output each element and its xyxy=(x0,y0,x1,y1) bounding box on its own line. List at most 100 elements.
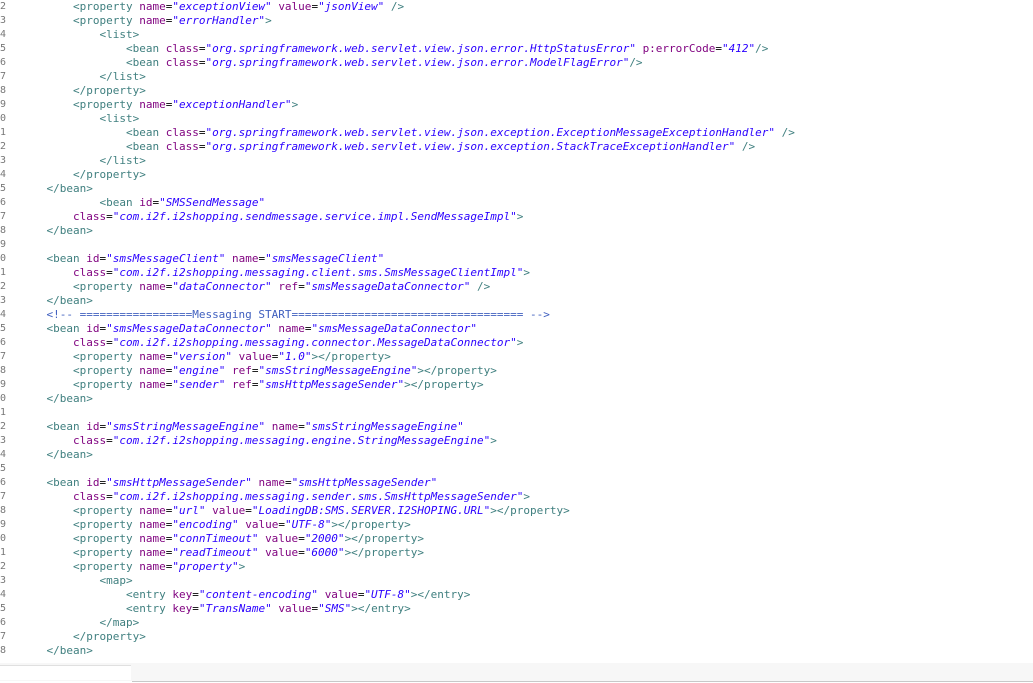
plain-text xyxy=(20,84,73,97)
scrollbar-track[interactable] xyxy=(0,663,1033,681)
code-line[interactable]: 3 </bean> xyxy=(0,294,1033,308)
code-line[interactable]: 9 <property name="sender" ref="smsHttpMe… xyxy=(0,378,1033,392)
scrollbar-divider xyxy=(132,681,1033,682)
code-line[interactable]: 0 <property name="connTimeout" value="20… xyxy=(0,532,1033,546)
xml-tag: <bean xyxy=(125,126,160,139)
code-line[interactable]: 7 class="com.i2f.i2shopping.sendmessage.… xyxy=(0,210,1033,224)
xml-tag: </property> xyxy=(72,168,146,181)
xml-tag: > xyxy=(516,336,524,349)
xml-tag: <list> xyxy=(99,28,140,41)
xml-attribute: p:errorCode xyxy=(642,42,716,55)
code-line[interactable]: 0 <list> xyxy=(0,112,1033,126)
code-line[interactable]: 5 </bean> xyxy=(0,182,1033,196)
code-line[interactable]: 6 <bean id="SMSSendMessage" xyxy=(0,196,1033,210)
code-line[interactable]: 8 <property name="url" value="LoadingDB:… xyxy=(0,504,1033,518)
xml-attribute: value xyxy=(238,350,272,363)
xml-value: "org.springframework.web.servlet.view.js… xyxy=(205,140,736,153)
code-line[interactable]: 3 <property name="errorHandler"> xyxy=(0,14,1033,28)
code-line[interactable]: 8 </property> xyxy=(0,84,1033,98)
code-line[interactable]: 9 <property name="exceptionHandler"> xyxy=(0,98,1033,112)
xml-value: "SMS" xyxy=(318,602,352,615)
xml-attribute: name xyxy=(139,546,166,559)
code-line[interactable]: 8 </bean> xyxy=(0,644,1033,658)
code-line[interactable]: 5 <bean id="smsMessageDataConnector" nam… xyxy=(0,322,1033,336)
plain-text xyxy=(20,602,126,615)
code-line[interactable]: 0 <bean id="smsMessageClient" name="smsM… xyxy=(0,252,1033,266)
code-line[interactable]: 8 </bean> xyxy=(0,224,1033,238)
line-number: 8 xyxy=(0,225,7,236)
code-line[interactable]: 1 <property name="readTimeout" value="60… xyxy=(0,546,1033,560)
code-text: <property name="dataConnector" ref="smsM… xyxy=(20,280,490,294)
plain-text xyxy=(232,350,239,363)
code-line[interactable]: 6 <bean id="smsHttpMessageSender" name="… xyxy=(0,476,1033,490)
code-line[interactable]: 4 </property> xyxy=(0,168,1033,182)
plain-text xyxy=(20,322,47,335)
xml-value: "com.i2f.i2shopping.messaging.connector.… xyxy=(112,336,517,349)
code-line[interactable]: 3 <map> xyxy=(0,574,1033,588)
code-editor[interactable]: 2 <property name="exceptionView" value="… xyxy=(0,0,1033,663)
code-text: <property name="property"> xyxy=(20,560,245,574)
code-line[interactable]: 5 <bean class="org.springframework.web.s… xyxy=(0,42,1033,56)
line-number: 0 xyxy=(0,113,7,124)
code-line[interactable]: 6 <bean class="org.springframework.web.s… xyxy=(0,56,1033,70)
line-number: 0 xyxy=(0,533,7,544)
code-text: <property name="connTimeout" value="2000… xyxy=(20,532,424,546)
code-line[interactable]: 8 <property name="engine" ref="smsString… xyxy=(0,364,1033,378)
xml-attribute: id xyxy=(86,322,100,335)
line-number: 4 xyxy=(0,449,7,460)
code-line[interactable]: 5 <entry key="TransName" value="SMS"></e… xyxy=(0,602,1033,616)
scrollbar-thumb[interactable] xyxy=(0,665,131,680)
code-line[interactable]: 1 xyxy=(0,406,1033,420)
code-line[interactable]: 4 <entry key="content-encoding" value="U… xyxy=(0,588,1033,602)
xml-tag: > xyxy=(291,98,299,111)
code-line[interactable]: 6 class="com.i2f.i2shopping.messaging.co… xyxy=(0,336,1033,350)
xml-tag: /> xyxy=(390,0,405,13)
plain-text xyxy=(20,518,73,531)
code-text: class="com.i2f.i2shopping.messaging.clie… xyxy=(20,266,530,280)
xml-tag: <bean xyxy=(46,420,80,433)
code-line[interactable]: 4 </bean> xyxy=(0,448,1033,462)
code-text: </property> xyxy=(20,84,146,98)
code-line[interactable]: 9 <property name="encoding" value="UTF-8… xyxy=(0,518,1033,532)
xml-value: "org.springframework.web.servlet.view.js… xyxy=(205,42,636,55)
code-line[interactable]: 2 <property name="property"> xyxy=(0,560,1033,574)
code-line[interactable]: 2 <property name="dataConnector" ref="sm… xyxy=(0,280,1033,294)
plain-text: = xyxy=(106,434,113,447)
code-line[interactable]: 2 <bean id="smsStringMessageEngine" name… xyxy=(0,420,1033,434)
code-line[interactable]: 4 <!-- =================Messaging START=… xyxy=(0,308,1033,322)
xml-attribute: name xyxy=(139,518,166,531)
code-line[interactable]: 1 class="com.i2f.i2shopping.messaging.cl… xyxy=(0,266,1033,280)
code-line[interactable]: 4 <list> xyxy=(0,28,1033,42)
plain-text xyxy=(20,266,73,279)
code-text: class="com.i2f.i2shopping.messaging.engi… xyxy=(20,434,497,448)
code-line[interactable]: 7 </list> xyxy=(0,70,1033,84)
code-line[interactable]: 1 <bean class="org.springframework.web.s… xyxy=(0,126,1033,140)
xml-tag: </bean> xyxy=(46,224,93,237)
code-line[interactable]: 7 </property> xyxy=(0,630,1033,644)
horizontal-scrollbar[interactable] xyxy=(0,663,1033,683)
code-line[interactable]: 7 <property name="version" value="1.0"><… xyxy=(0,350,1033,364)
xml-attribute: name xyxy=(139,504,166,517)
plain-text: = xyxy=(192,588,199,601)
line-number: 6 xyxy=(0,57,7,68)
plain-text xyxy=(20,644,47,657)
code-text: <bean class="org.springframework.web.ser… xyxy=(20,42,768,56)
xml-value: "TransName" xyxy=(198,602,272,615)
code-line[interactable]: 9 xyxy=(0,238,1033,252)
code-line[interactable]: 3 </list> xyxy=(0,154,1033,168)
xml-attribute: class xyxy=(72,490,107,503)
xml-value: "url" xyxy=(172,504,206,517)
line-number: 2 xyxy=(0,281,7,292)
plain-text xyxy=(159,140,166,153)
code-line[interactable]: 0 </bean> xyxy=(0,392,1033,406)
xml-value: "UTF-8" xyxy=(284,518,332,531)
code-line[interactable]: 2 <property name="exceptionView" value="… xyxy=(0,0,1033,14)
xml-tag: ></property> xyxy=(490,504,570,517)
plain-text xyxy=(20,42,126,55)
code-line[interactable]: 3 class="com.i2f.i2shopping.messaging.en… xyxy=(0,434,1033,448)
code-line[interactable]: 6 </map> xyxy=(0,616,1033,630)
code-line[interactable]: 2 <bean class="org.springframework.web.s… xyxy=(0,140,1033,154)
code-line[interactable]: 5 xyxy=(0,462,1033,476)
xml-attribute: value xyxy=(278,0,312,13)
code-line[interactable]: 7 class="com.i2f.i2shopping.messaging.se… xyxy=(0,490,1033,504)
